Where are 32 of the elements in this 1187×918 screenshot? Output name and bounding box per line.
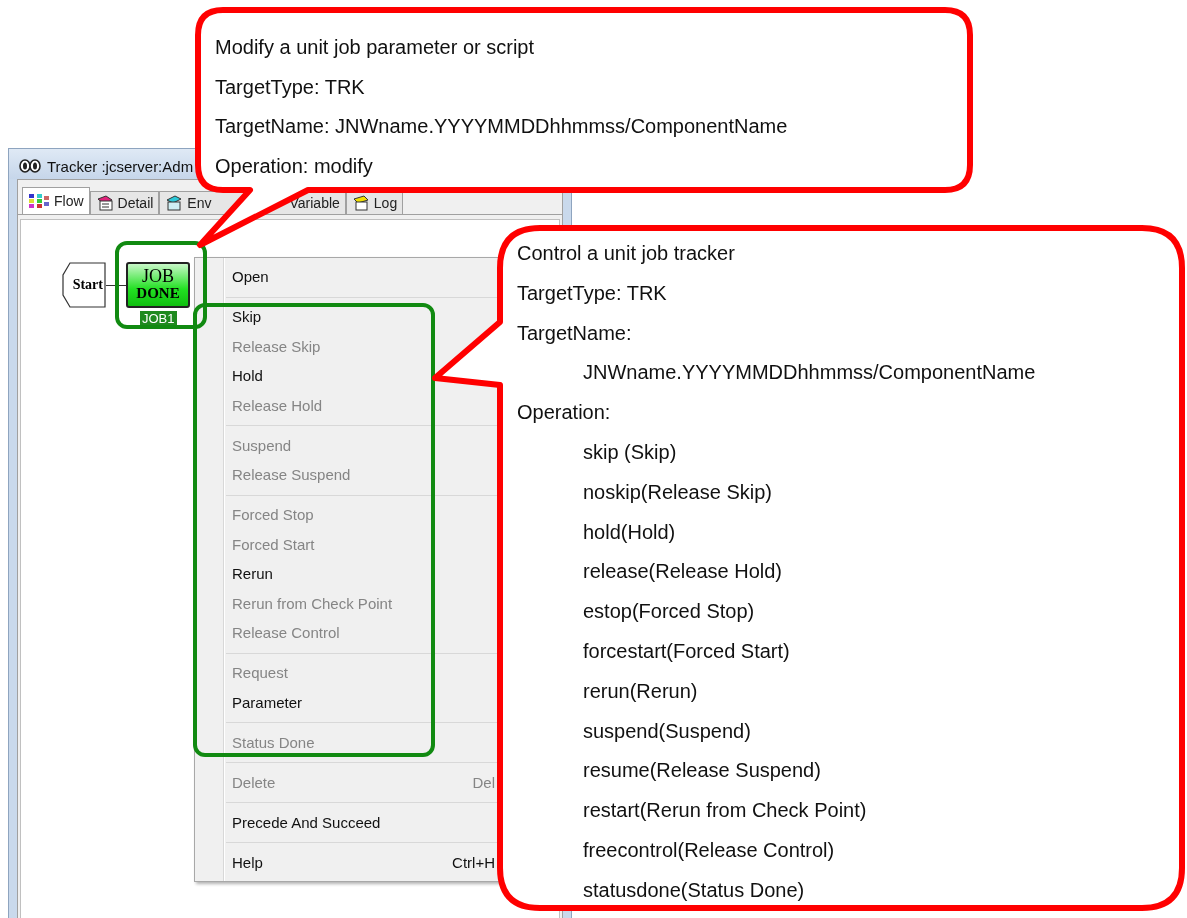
callout-text: noskip(Release Skip)	[582, 479, 773, 505]
callout-text: estop(Forced Stop)	[582, 599, 756, 625]
tab[interactable]: Detail	[89, 191, 160, 214]
connector-line	[106, 285, 126, 286]
callout-text: restart(Rerun from Check Point)	[582, 798, 868, 824]
callout-text: TargetName:	[517, 320, 633, 346]
flowchart-icon	[28, 193, 50, 209]
book-icon	[165, 195, 184, 211]
callout-text: forcestart(Forced Start)	[582, 638, 791, 664]
callout-text: statusdone(Status Done)	[582, 877, 806, 903]
callout-text: Operation:	[517, 400, 612, 426]
tab[interactable]: Flow	[22, 187, 90, 214]
callout-text: Operation: modify	[215, 154, 374, 180]
note-icon	[351, 195, 370, 211]
job-status-icon[interactable]: JOB DONE	[126, 262, 190, 308]
binoculars-icon	[19, 159, 41, 173]
callout-text: Control a unit job tracker	[517, 241, 736, 266]
callout-text: TargetName: JNWname.YYYYMMDDhhmmss/ComponentName	[215, 114, 788, 140]
callout-text: resume(Release Suspend)	[582, 758, 822, 784]
callout-text: suspend(Suspend)	[582, 718, 752, 744]
callout-text: TargetType: TRK	[517, 280, 668, 306]
callout-text: rerun(Rerun)	[582, 678, 699, 704]
callout-text: hold(Hold)	[582, 519, 677, 545]
notepad-icon	[95, 195, 114, 211]
callout-text: release(Release Hold)	[582, 559, 783, 585]
start-node[interactable]: Start	[62, 262, 106, 308]
callout-text: skip (Skip)	[582, 440, 678, 465]
callout-text: Modify a unit job parameter or script	[215, 35, 536, 60]
callout-text: freecontrol(Release Control)	[582, 837, 836, 863]
callout-text: TargetType: TRK	[215, 74, 366, 100]
callout-text: JNWname.YYYYMMDDhhmmss/ComponentName	[582, 360, 1036, 386]
window-title: Tracker :jcserver:Adm	[47, 157, 194, 175]
